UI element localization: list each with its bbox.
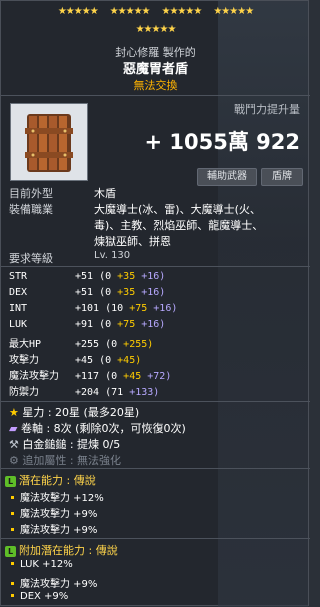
stat-name: DEX [9,287,28,298]
stat-star-bonus: +45 [123,371,148,382]
star-force-info: ★ 星力 : 20星 (最多20星) [9,406,140,419]
stat-row: INT +101 (10 +75 +16) [9,303,177,314]
stat-scroll-bonus: +72) [147,371,172,382]
job-label: 裝備職業 [9,203,53,216]
item-name: 惡魔胃者盾 [122,62,188,77]
hammer-info: ⚒ 白金鎚鎚 : 提煉 0/5 [9,438,121,451]
gear-icon: ⚙ [9,454,23,467]
stat-name: 魔法攻擊力 [9,371,59,382]
stat-scroll-bonus: +16) [141,319,166,330]
stat-star-bonus: +35 [117,287,142,298]
scroll-info: ▰ 卷軸 : 8次 (剩除0次，可恢復0次) [9,422,186,435]
stat-name: INT [9,303,28,314]
divider [1,95,310,96]
item-icon-frame [10,103,88,181]
stat-star-bonus: +255) [123,339,154,350]
power-label: 戰鬥力提升量 [234,103,300,116]
stat-base: +51 (0 [75,271,118,282]
bonus-potential-header: L 附加潛在能力 : 傳說 [5,542,118,558]
stat-base: +117 (0 [75,371,124,382]
potential-line: 魔法攻擊力 +9% [1,505,97,520]
potential-header: L 潛在能力 : 傳說 [5,472,96,488]
legendary-grade-icon: L [5,476,16,487]
stat-base: +45 (0 [75,355,118,366]
job-value-1: 大魔導士(冰、雷)、大魔導士(火、 [94,203,261,216]
stat-star-bonus: +35 [117,271,142,282]
job-value-3: 煉獄巫師、拼恩 [94,235,171,248]
stat-star-bonus: +45) [117,355,142,366]
appearance-value: 木盾 [94,187,116,200]
stat-row: 攻擊力 +45 (0 +45) [9,351,141,366]
stat-scroll-bonus: +16) [141,287,166,298]
req-level-value: Lv. 130 [94,250,131,261]
bonus-stat-info: ⚙ 追加屬性 : 無法強化 [9,454,122,467]
stat-row: 魔法攻擊力 +117 (0 +45 +72) [9,367,171,382]
star-force-row-2: ★★★★★ [1,24,310,36]
hammer-icon: ⚒ [9,438,23,451]
stat-row: STR +51 (0 +35 +16) [9,271,165,282]
stat-name: 防禦力 [9,387,39,398]
star-group: ★★★★★ [161,6,203,17]
stat-scroll-bonus: +133) [129,387,160,398]
wooden-shield-icon [25,114,73,172]
divider [1,401,310,402]
star-force-row-1: ★★★★★ ★★★★★ ★★★★★ ★★★★★ [1,6,310,18]
stat-name: 最大HP [9,339,42,350]
bonus-potential-line: LUK +12% [1,559,73,570]
category-tag-shield: 盾牌 [261,168,303,186]
category-tag-secondary: 輔助武器 [197,168,257,186]
stat-row: DEX +51 (0 +35 +16) [9,287,165,298]
appearance-label: 目前外型 [9,187,53,200]
potential-line: 魔法攻擊力 +12% [1,489,104,504]
legendary-grade-icon: L [5,546,16,557]
star-icon: ★ [9,406,23,419]
item-tooltip: ★★★★★ ★★★★★ ★★★★★ ★★★★★ ★★★★★ 封心修羅 製作的 惡魔胃者… [0,0,310,607]
divider [1,538,310,539]
stat-star-bonus: +75 [117,319,142,330]
stat-scroll-bonus: +16) [153,303,178,314]
star-group: ★★★★★ [213,6,254,17]
star-group: ★★★★★ [57,6,99,17]
stat-base: +204 (71 [75,387,130,398]
req-level-label: 要求等級 [9,252,53,265]
stat-name: LUK [9,319,28,330]
trade-status: 無法交換 [133,79,178,92]
stat-name: STR [9,271,28,282]
stat-base: +255 (0 [75,339,124,350]
stat-row: 最大HP +255 (0 +255) [9,335,153,350]
star-group: ★★★★★ [135,24,177,35]
stat-base: +51 (0 [75,287,118,298]
stat-star-bonus: +75 [129,303,154,314]
stat-row: LUK +91 (0 +75 +16) [9,319,165,330]
divider [1,266,310,267]
bonus-potential-line: DEX +9% [1,591,68,602]
star-group: ★★★★★ [109,6,151,17]
potential-line: 魔法攻擊力 +9% [1,521,97,536]
stat-base: +101 (10 [75,303,130,314]
stat-scroll-bonus: +16) [141,271,166,282]
divider [1,468,310,469]
bonus-potential-line: 魔法攻擊力 +9% [1,575,97,590]
stat-name: 攻擊力 [9,355,39,366]
stat-base: +91 (0 [75,319,118,330]
job-value-2: 毒)、主教、烈焰巫師、龍魔導士、 [94,219,264,232]
power-value: + 1055萬 922 [144,130,300,154]
stat-row: 防禦力 +204 (71 +133) [9,383,159,398]
scroll-icon: ▰ [9,422,21,435]
